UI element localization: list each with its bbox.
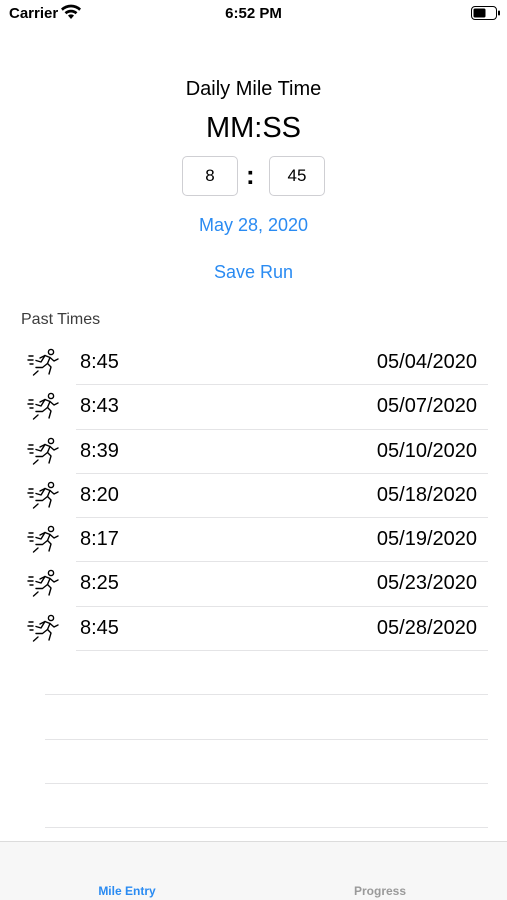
list-item[interactable]: 8:25 05/23/2020 [0, 562, 507, 608]
run-date: 05/04/2020 [376, 351, 477, 373]
list-item[interactable]: 8:43 05/07/2020 [0, 385, 507, 430]
battery-icon [471, 6, 500, 20]
past-times-list: 8:45 05/04/2020 8:43 05/07/2020 8:39 05/10/20… [0, 341, 507, 829]
run-date: 05/23/2020 [376, 572, 477, 595]
status-time: 6:52 PM [225, 5, 282, 22]
list-item[interactable]: 8:20 05/18/2020 [0, 474, 507, 519]
list-item[interactable]: 8:17 05/19/2020 [0, 518, 507, 563]
run-date: 05/19/2020 [376, 528, 477, 551]
time-separator: : [246, 160, 255, 190]
empty-list-row [0, 740, 507, 785]
run-time: 8:39 [80, 439, 119, 462]
page-title: Daily Mile Time [185, 78, 322, 100]
run-date: 05/07/2020 [376, 395, 477, 418]
running-person-icon [27, 348, 59, 376]
run-date: 05/10/2020 [376, 439, 477, 462]
list-item[interactable]: 8:39 05/10/2020 [0, 430, 507, 475]
run-date: 05/28/2020 [376, 616, 477, 639]
run-time: 8:45 [80, 616, 119, 639]
run-time: 8:45 [80, 351, 119, 373]
tab-progress[interactable]: Progress [300, 884, 460, 898]
date-picker-button[interactable]: May 28, 2020 [0, 215, 507, 236]
list-item[interactable]: 8:45 05/04/2020 [0, 341, 507, 386]
run-time: 8:20 [80, 483, 119, 506]
running-person-icon [27, 525, 59, 553]
list-item[interactable]: 8:45 05/28/2020 [0, 607, 507, 652]
seconds-input[interactable]: 45 [269, 156, 325, 196]
run-date: 05/18/2020 [376, 483, 477, 506]
minutes-input[interactable]: 8 [182, 156, 238, 196]
running-person-icon [27, 614, 59, 642]
empty-list-row [0, 695, 507, 740]
run-time: 8:17 [80, 528, 119, 551]
running-person-icon [27, 570, 59, 598]
tab-mile-entry[interactable]: Mile Entry [47, 884, 207, 898]
tab-bar: Mile Entry Progress [0, 841, 507, 900]
running-person-icon [27, 481, 59, 509]
running-person-icon [27, 437, 59, 465]
save-run-button[interactable]: Save Run [0, 262, 507, 283]
status-bar: Carrier 6:52 PM [0, 0, 507, 28]
empty-list-row [0, 651, 507, 696]
time-format-label: MM:SS [205, 112, 302, 144]
running-person-icon [27, 392, 59, 420]
empty-list-row [0, 784, 507, 829]
run-time: 8:25 [80, 572, 119, 595]
past-times-header: Past Times [21, 311, 101, 328]
run-time: 8:43 [80, 395, 119, 418]
